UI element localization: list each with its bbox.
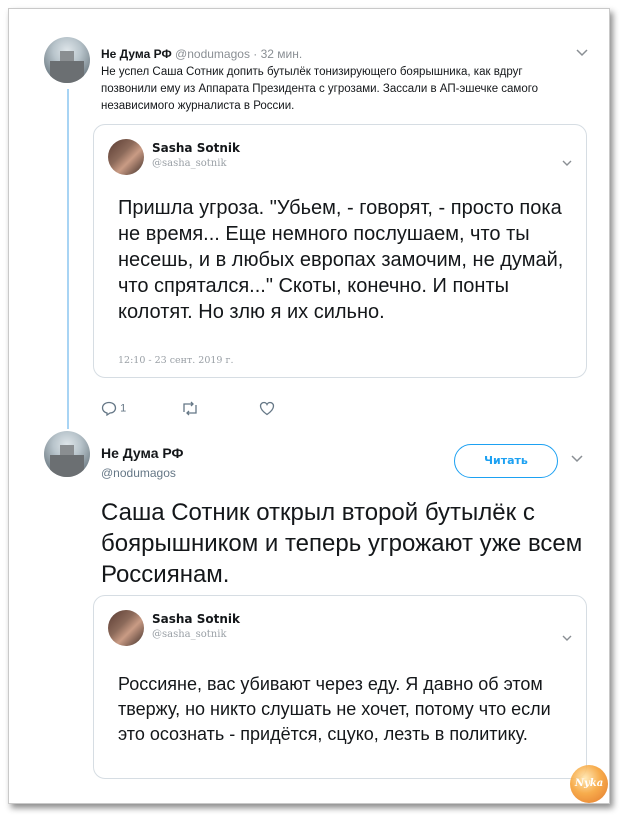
quoted-author-handle: @sasha_sotnik xyxy=(152,158,227,169)
quoted-tweet-timestamp[interactable]: 12:10 - 23 сент. 2019 г. xyxy=(118,355,234,366)
author-name[interactable]: Не Дума РФ xyxy=(101,445,183,461)
follow-button[interactable]: Читать xyxy=(454,444,558,478)
retweet-button[interactable] xyxy=(181,401,199,416)
avatar xyxy=(108,139,144,175)
reply-icon xyxy=(101,401,117,417)
quoted-tweet-text: Россияне, вас убивают через еду. Я давно… xyxy=(118,674,551,744)
author-handle[interactable]: @nodumagos xyxy=(101,466,176,480)
tweet-text: Не успел Саша Сотник допить бутылёк тони… xyxy=(101,66,539,112)
chevron-down-icon[interactable] xyxy=(575,49,589,59)
thread-line xyxy=(67,89,69,429)
quoted-tweet-text: Пришла угроза. "Убьем, - говорят, - прос… xyxy=(118,197,564,323)
author-handle[interactable]: @nodumagos xyxy=(175,47,250,61)
retweet-icon xyxy=(183,401,197,416)
avatar[interactable] xyxy=(44,37,90,83)
quoted-author-handle: @sasha_sotnik xyxy=(152,629,227,640)
reply-button[interactable]: 1 xyxy=(101,401,127,417)
quoted-tweet[interactable]: Sasha Sotnik @sasha_sotnik Россияне, вас… xyxy=(93,595,587,779)
watermark-logo: Nyka xyxy=(570,765,608,803)
like-button[interactable] xyxy=(259,401,275,416)
author-name[interactable]: Не Дума РФ xyxy=(101,47,172,61)
like-icon xyxy=(259,401,275,416)
quoted-tweet[interactable]: Sasha Sotnik @sasha_sotnik Пришла угроза… xyxy=(93,124,587,378)
tweet-header: Не Дума РФ @nodumagos · 32 мин. xyxy=(101,47,302,61)
avatar[interactable] xyxy=(44,431,90,477)
chevron-down-icon[interactable] xyxy=(560,634,574,644)
chevron-down-icon[interactable] xyxy=(570,455,584,465)
screenshot-frame: Не Дума РФ @nodumagos · 32 мин. Не успел… xyxy=(8,8,610,804)
quoted-author-name: Sasha Sotnik xyxy=(152,612,240,626)
chevron-down-icon[interactable] xyxy=(560,159,574,169)
quoted-author-name: Sasha Sotnik xyxy=(152,141,240,155)
reply-count: 1 xyxy=(120,402,127,415)
avatar xyxy=(108,610,144,646)
tweet-text: Саша Сотник открыл второй бутылёк с бояр… xyxy=(101,499,583,588)
tweet-time[interactable]: · 32 мин. xyxy=(253,47,302,61)
